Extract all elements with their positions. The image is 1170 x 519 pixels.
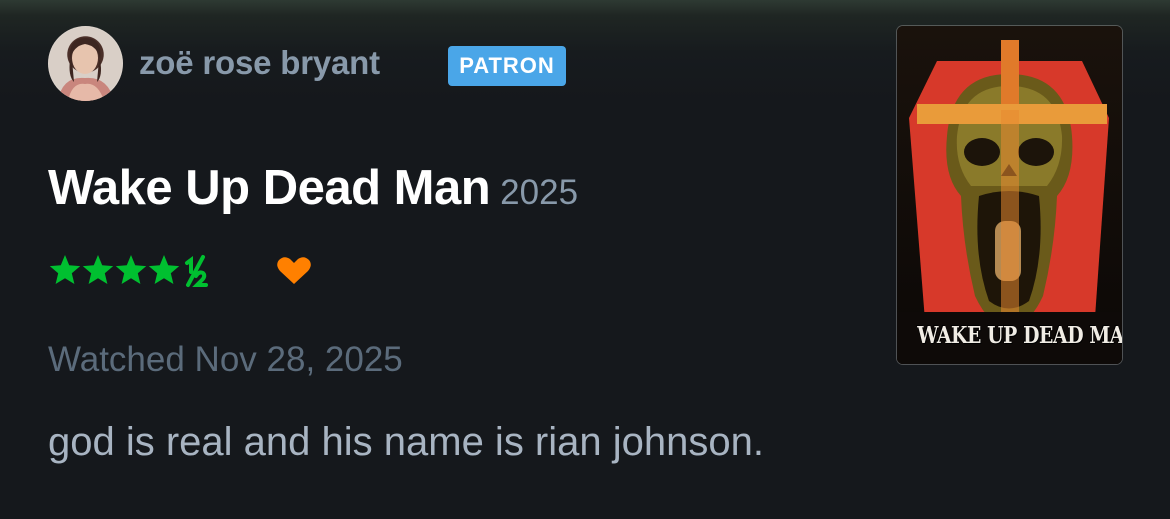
patron-badge: PATRON [448,46,566,86]
username[interactable]: zoë rose bryant [139,44,380,82]
star-icon [49,255,81,284]
half-icon [185,255,208,287]
film-year[interactable]: 2025 [500,173,578,212]
star-icon [115,255,147,284]
film-heading: Wake Up Dead Man 2025 [48,160,578,216]
half-star-icon [218,256,222,260]
watched-date: Watched Nov 28, 2025 [48,340,403,379]
film-title[interactable]: Wake Up Dead Man [48,161,491,215]
review-text: god is real and his name is rian johnson… [48,420,764,464]
film-poster[interactable]: WAKE UP DEAD MAN [897,26,1122,364]
heart-icon [277,257,311,284]
avatar[interactable] [48,26,123,101]
star-icon [82,255,114,284]
star-icon [148,255,180,284]
poster-title: WAKE UP DEAD MAN [917,322,1122,349]
